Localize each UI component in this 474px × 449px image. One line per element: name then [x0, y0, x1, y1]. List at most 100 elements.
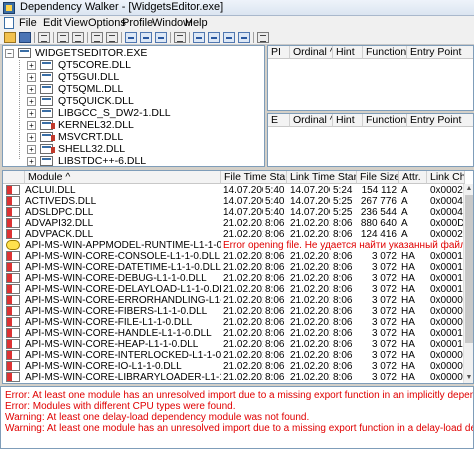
document-icon[interactable] [4, 17, 14, 29]
expand-icon[interactable]: + [27, 121, 36, 130]
scroll-up-arrow-icon[interactable]: ▲ [464, 184, 473, 194]
module-link-date: 14.07.2009 [290, 207, 330, 218]
menu-help[interactable]: Help [185, 17, 208, 29]
module-size: 3 072 [371, 328, 397, 339]
module-row[interactable]: API-MS-WIN-CORE-HEAP-L1-1-0.DLL 21.02.201… [3, 339, 473, 350]
find-module-icon[interactable] [155, 32, 167, 43]
module-row[interactable]: API-MS-WIN-CORE-LOCALIZATION-L1-1-0.DLL2… [3, 383, 474, 384]
column-header-hint[interactable]: Hint [333, 114, 363, 127]
save-icon[interactable] [19, 32, 31, 43]
expand-icon[interactable]: + [27, 145, 36, 154]
column-header-file-time-stamp[interactable]: File Time Stamp [221, 171, 287, 184]
module-name: API-MS-WIN-CORE-LIBRARYLOADER-L1-1-0.DLL [25, 372, 221, 383]
column-header-function[interactable]: Function [363, 46, 407, 59]
module-row[interactable]: API-MS-WIN-CORE-IO-L1-1-0.DLL21.02.20198… [3, 361, 473, 372]
expand-icon[interactable]: + [27, 157, 36, 166]
column-header-ordinal[interactable]: Ordinal ^ [290, 46, 333, 59]
undecorate-icon[interactable] [106, 32, 118, 43]
menu-profile[interactable]: Profile [122, 17, 153, 29]
module-warning-icon [6, 185, 20, 195]
module-size: 880 640 [360, 218, 397, 229]
open-folder-icon[interactable] [4, 32, 16, 43]
module-name: API-MS-WIN-CORE-CONSOLE-L1-1-0.DLL [25, 251, 221, 262]
properties-icon[interactable] [174, 32, 186, 43]
next-module-icon[interactable] [140, 32, 152, 43]
menu-file[interactable]: File [19, 17, 37, 29]
tile-horizontal-icon[interactable] [208, 32, 220, 43]
module-row[interactable]: ADVAPI32.DLL21.02.20198:0621.02.20198:06… [3, 218, 473, 229]
module-row[interactable]: API-MS-WIN-CORE-INTERLOCKED-L1-1-0.DLL 21… [3, 350, 473, 361]
copy-icon[interactable] [38, 32, 50, 43]
module-name: ACLUI.DLL [25, 185, 76, 196]
column-header-entry-point[interactable]: Entry Point [407, 46, 473, 59]
column-header-attr[interactable]: Attr. [399, 171, 427, 184]
module-row[interactable]: API-MS-WIN-CORE-FILE-L1-1-0.DLL 21.02.201… [3, 317, 473, 328]
tile-vertical-icon[interactable] [223, 32, 235, 43]
expand-all-icon[interactable] [72, 32, 84, 43]
module-name: API-MS-WIN-CORE-FIBERS-L1-1-0.DLL [25, 306, 208, 317]
column-header-link-time-stamp[interactable]: Link Time Stamp [287, 171, 357, 184]
column-header-icon[interactable] [3, 171, 25, 184]
module-warning-icon [6, 251, 20, 261]
module-row[interactable]: API-MS-WIN-CORE-HANDLE-L1-1-0.DLL 21.02.2… [3, 328, 473, 339]
menu-options[interactable]: Options [88, 17, 126, 29]
expand-icon[interactable]: + [27, 109, 36, 118]
module-row[interactable]: API-MS-WIN-CORE-FIBERS-L1-1-0.DLL 21.02.2… [3, 306, 473, 317]
module-row[interactable]: API-MS-WIN-CORE-DELAYLOAD-L1-1-0.DLL 21.0… [3, 284, 473, 295]
module-row[interactable]: API-MS-WIN-CORE-DATETIME-L1-1-0.DLL 21.02… [3, 262, 473, 273]
scroll-thumb[interactable] [465, 195, 473, 343]
module-row[interactable]: API-MS-WIN-CORE-ERRORHANDLING-L1-1-0.DLL… [3, 295, 473, 306]
module-row[interactable]: ACLUI.DLL14.07.20095:4014.07.20095:24154… [3, 185, 473, 196]
expand-icon[interactable]: + [27, 61, 36, 70]
module-warning-icon [6, 295, 20, 305]
toolbar-separator [34, 32, 35, 43]
full-paths-icon[interactable] [91, 32, 103, 43]
column-header-function[interactable]: Function [363, 114, 407, 127]
module-checksum: 0x0001 C4A6 [430, 328, 465, 339]
expand-icon[interactable]: + [27, 73, 36, 82]
column-header-link-checksum[interactable]: Link Checksum [427, 171, 465, 184]
column-header-ordinal[interactable]: Ordinal ^ [290, 114, 333, 127]
parent-imports-pane[interactable]: PI Ordinal ^ Hint Function Entry Point [267, 45, 474, 111]
module-list-pane[interactable]: Module ^ File Time Stamp Link Time Stamp… [2, 170, 474, 384]
log-line: Error: Modules with different CPU types … [5, 401, 236, 412]
column-header-file-size[interactable]: File Size [357, 171, 399, 184]
module-tree-pane[interactable]: − WIDGETSEDITOR.EXE + QT5CORE.DLL + QT5G… [2, 45, 265, 167]
tree-item-label: KERNEL32.DLL [58, 119, 134, 131]
cascade-icon[interactable] [193, 32, 205, 43]
menu-view[interactable]: View [64, 17, 88, 29]
module-link-date: 14.07.2009 [290, 185, 330, 196]
column-header-hint[interactable]: Hint [333, 46, 363, 59]
configure-search-icon[interactable] [57, 32, 69, 43]
exports-pane[interactable]: E Ordinal ^ Hint Function Entry Point [267, 113, 474, 167]
column-header-entry-point[interactable]: Entry Point [407, 114, 473, 127]
module-row[interactable]: API-MS-WIN-CORE-DEBUG-L1-1-0.DLL 21.02.20… [3, 273, 473, 284]
column-header-pi[interactable]: PI [268, 46, 290, 59]
column-header-e[interactable]: E [268, 114, 290, 127]
previous-module-icon[interactable] [125, 32, 137, 43]
module-row[interactable]: ACTIVEDS.DLL14.07.20095:4014.07.20095:25… [3, 196, 473, 207]
expand-icon[interactable]: + [27, 85, 36, 94]
module-checksum: 0x0001 2F28 [430, 262, 465, 273]
module-row[interactable]: ADVPACK.DLL21.02.20198:0621.02.20198:061… [3, 229, 473, 240]
module-file-time: 8:06 [265, 361, 285, 372]
module-row[interactable]: ADSLDPC.DLL14.07.20095:4014.07.20095:252… [3, 207, 473, 218]
help-icon[interactable] [257, 32, 269, 43]
module-file-time: 5:40 [265, 185, 285, 196]
menu-edit[interactable]: Edit [43, 17, 62, 29]
expand-icon[interactable]: + [27, 97, 36, 106]
module-link-time: 8:06 [333, 229, 353, 240]
scroll-down-arrow-icon[interactable]: ▼ [464, 373, 473, 383]
module-row[interactable]: API-MS-WIN-CORE-CONSOLE-L1-1-0.DLL 21.02.… [3, 251, 473, 262]
log-pane[interactable]: Error: At least one module has an unreso… [0, 386, 474, 449]
collapse-icon[interactable]: − [5, 49, 14, 58]
module-list-scrollbar[interactable]: ▲ ▼ [463, 184, 473, 383]
module-row[interactable]: API-MS-WIN-CORE-LIBRARYLOADER-L1-1-0.DLL… [3, 372, 473, 383]
column-header-module[interactable]: Module ^ [25, 171, 221, 184]
module-name: API-MS-WIN-CORE-ERRORHANDLING-L1-1-0.DLL [25, 295, 221, 306]
module-link-time: 8:06 [333, 317, 353, 328]
expand-icon[interactable]: + [27, 133, 36, 142]
arrange-icons-icon[interactable] [238, 32, 250, 43]
module-row[interactable]: API-MS-WIN-APPMODEL-RUNTIME-L1-1-0.DLLEr… [3, 240, 473, 251]
module-size: 236 544 [360, 207, 397, 218]
